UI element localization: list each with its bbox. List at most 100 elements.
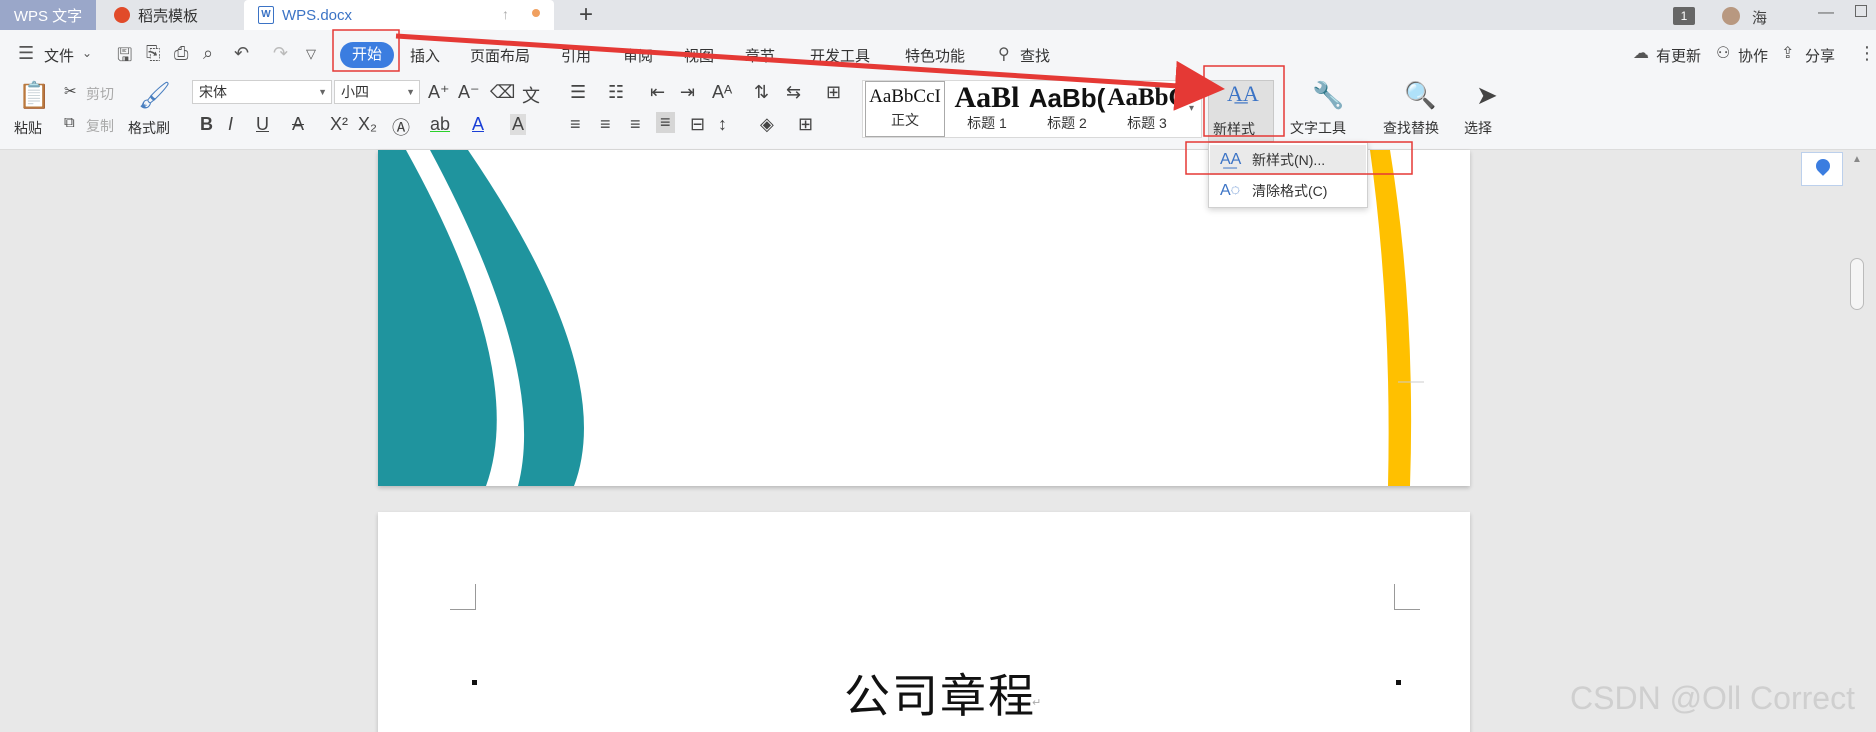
menu-item-new-style[interactable]: A͟A 新样式(N)... [1210,145,1366,175]
superscript-icon[interactable]: X² [330,114,348,135]
tab-developer[interactable]: 开发工具 [810,45,870,66]
cut-button[interactable]: 剪切 [86,84,114,104]
hamburger-icon[interactable]: ☰ [18,43,34,64]
text-direction-icon[interactable]: ⇆ [786,82,801,103]
tab-special[interactable]: 特色功能 [905,45,965,66]
case-change-icon[interactable]: Aᴬ [712,82,732,103]
tab-view[interactable]: 视图 [684,45,714,66]
eraser-icon[interactable]: ⌫ [490,82,515,103]
align-center-icon[interactable]: ≡ [600,114,611,135]
menu-file[interactable]: 文件 [44,45,74,66]
subscript-icon[interactable]: X₂ [358,114,377,135]
style-normal[interactable]: AaBbCcI 正文 [865,81,945,137]
undo-icon[interactable]: ↶ [234,43,249,64]
find-replace-icon[interactable]: 🔍 [1404,80,1436,111]
border-icon[interactable]: ⊞ [798,114,813,135]
text-tools-button[interactable]: 文字工具 [1290,118,1346,138]
search-icon[interactable]: ⚲ [998,44,1010,64]
gallery-expand-icon[interactable]: ▾ [1189,103,1194,114]
align-left-icon[interactable]: ≡ [570,114,581,135]
style-heading-2[interactable]: AaBb( 标题 2 [1027,81,1107,137]
page-content[interactable]: 公司章程 ↵ [378,512,1470,732]
print-preview-icon[interactable]: ⌕ [203,43,213,64]
updates-link[interactable]: 有更新 [1656,45,1701,66]
user-name[interactable]: 海 [1752,7,1767,28]
more-options-icon[interactable]: ⋮ [1858,43,1876,64]
tab-insert[interactable]: 插入 [410,45,440,66]
menu-search[interactable]: 查找 [1020,45,1050,66]
tab-template[interactable]: 稻壳模板 [100,0,240,30]
tab-wps-writer[interactable]: WPS 文字 [0,0,96,30]
new-style-button[interactable]: A͟A 新样式 [1208,80,1274,142]
font-color-icon[interactable]: A [472,114,484,135]
save-icon[interactable]: 🖫 [117,43,132,73]
phonetic-guide-icon[interactable]: 文 [522,82,540,108]
paste-icon[interactable]: 📋 [18,80,50,111]
menu-bar: ☰ 文件 ⌄ 🖫 ⎘ ⎙ ⌕ ↶ ↷ ▽ 开始 插入 页面布局 引用 审阅 视图… [0,30,1876,76]
avatar[interactable] [1722,7,1740,25]
quick-access-dropdown-icon[interactable]: ▽ [306,46,316,62]
wrench-icon[interactable]: 🔧 [1312,80,1344,111]
highlight-icon[interactable]: ab [430,114,450,135]
vertical-scrollbar-thumb[interactable] [1850,258,1864,310]
line-spacing-icon[interactable]: ↕ [718,114,727,135]
numbering-icon[interactable]: ☷ [608,82,624,103]
tab-start[interactable]: 开始 [340,42,394,68]
redo-icon[interactable]: ↷ [273,43,288,64]
underline-icon[interactable]: U [256,114,269,135]
text-effect-icon[interactable]: Ⓐ [392,114,410,140]
style-heading-3[interactable]: AaBbC 标题 3 [1107,81,1187,137]
format-painter-button[interactable]: 格式刷 [128,118,170,138]
copy-icon[interactable]: ⧉ [64,114,75,131]
document-title[interactable]: 公司章程 [844,660,1036,726]
chevron-down-icon[interactable]: ⌄ [82,46,92,60]
justify-icon[interactable]: ≡ [656,112,675,133]
window-count-badge[interactable]: 1 [1673,7,1695,25]
copy-button[interactable]: 复制 [86,116,114,136]
table-borders-icon[interactable]: ⊞ [826,82,841,103]
paste-button[interactable]: 粘贴 [14,118,42,138]
scroll-up-icon[interactable]: ▲ [1852,154,1862,165]
style-heading-1[interactable]: AaBl 标题 1 [947,81,1027,137]
cloud-sync-icon[interactable]: ☁ [1633,43,1649,63]
sort-icon[interactable]: ⇅ [754,82,769,103]
new-tab-button[interactable]: + [572,1,600,29]
maximize-icon[interactable] [1855,5,1867,17]
tab-reference[interactable]: 引用 [561,45,591,66]
bold-icon[interactable]: B [200,114,213,135]
collab-link[interactable]: 协作 [1738,45,1768,66]
document-canvas: 公司章程 ↵ [0,150,1876,732]
distribute-icon[interactable]: ⊟ [690,114,705,135]
align-right-icon[interactable]: ≡ [630,114,641,135]
shrink-font-icon[interactable]: A⁻ [458,82,480,103]
menu-item-clear-format[interactable]: A◌ 清除格式(C) [1210,176,1366,206]
cursor-select-icon[interactable]: ➤ [1476,80,1498,111]
navigation-pin-button[interactable] [1801,152,1843,186]
select-button[interactable]: 选择 [1464,118,1492,138]
grow-font-icon[interactable]: A⁺ [428,82,450,103]
print-icon[interactable]: ⎙ [174,43,188,64]
shading-icon[interactable]: ◈ [760,114,774,135]
strikethrough-icon[interactable]: A [292,114,304,135]
tab-review[interactable]: 审阅 [623,45,653,66]
export-icon[interactable]: ⎘ [146,43,160,64]
increase-indent-icon[interactable]: ⇥ [680,82,695,103]
cut-icon[interactable]: ✂ [64,82,77,100]
find-replace-button[interactable]: 查找替换 [1383,118,1439,138]
tab-section[interactable]: 章节 [745,45,775,66]
font-name-select[interactable]: 宋体 ▼ [192,80,332,104]
share-icon[interactable]: ⇪ [1781,43,1794,63]
char-shading-icon[interactable]: A [510,114,527,135]
tab-layout[interactable]: 页面布局 [470,45,530,66]
collab-user-icon[interactable]: ⚇ [1716,43,1730,63]
chevron-down-icon: ▼ [406,87,415,97]
minimize-icon[interactable]: — [1818,4,1834,22]
share-link[interactable]: 分享 [1805,45,1835,66]
decrease-indent-icon[interactable]: ⇤ [650,82,665,103]
upload-arrow-icon[interactable]: ↑ [502,6,509,22]
font-size-select[interactable]: 小四 ▼ [334,80,420,104]
italic-icon[interactable]: I [228,114,233,135]
format-painter-icon[interactable]: 🖌 [138,80,171,111]
bullets-icon[interactable]: ☰ [570,82,586,103]
title-bar: WPS 文字 稻壳模板 W WPS.docx ↑ + 1 海 — [0,0,1876,30]
